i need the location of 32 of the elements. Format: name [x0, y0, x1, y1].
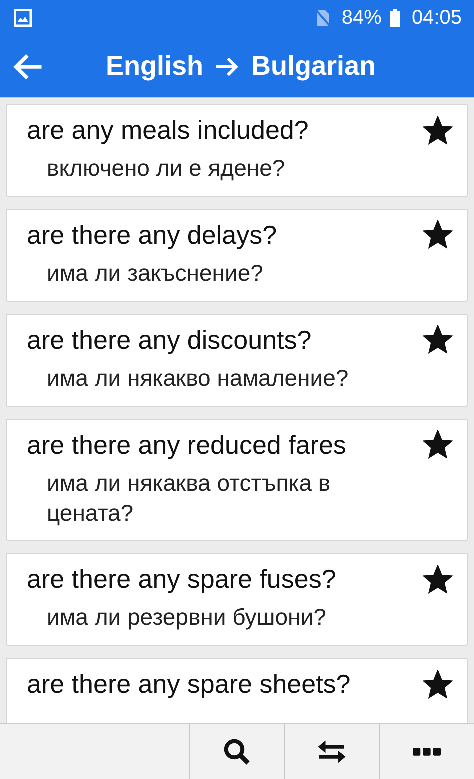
- source-language: English: [106, 51, 204, 82]
- star-icon[interactable]: [423, 670, 453, 700]
- english-phrase: are there any spare sheets?: [27, 669, 351, 700]
- translation: има ли някакво намаление?: [46, 364, 350, 393]
- english-phrase: are any meals included?: [27, 115, 309, 146]
- english-phrase: are there any discounts?: [27, 324, 312, 356]
- english-phrase: are there any delays?: [27, 220, 278, 251]
- search-icon: [222, 736, 252, 766]
- no-sim-icon: [316, 9, 330, 27]
- phrase-card[interactable]: are there any spare fuses? има ли резервни бушони?: [6, 553, 468, 646]
- translation: има ли някаква отстъпка в цената?: [46, 468, 332, 528]
- english-phrase: are there any spare fuses?: [27, 564, 336, 596]
- battery-level: 84%: [342, 6, 382, 30]
- phrase-card[interactable]: are there any discounts? има ли някакво намаление?: [6, 314, 468, 407]
- star-icon[interactable]: [423, 116, 453, 146]
- target-language: Bulgarian: [251, 51, 376, 82]
- more-icon: [413, 748, 441, 756]
- battery-icon: [390, 9, 400, 27]
- phrase-card[interactable]: are there any reduced fares има ли някаква отстъпка в цената?: [6, 418, 468, 542]
- translation: има ли резервни бушони?: [46, 603, 328, 632]
- translation: включено ли е ядене?: [46, 154, 286, 183]
- phrase-card[interactable]: are there any spare sheets?: [6, 658, 468, 723]
- star-icon[interactable]: [423, 430, 453, 460]
- phrase-card[interactable]: are any meals included? включено ли е ядене?: [6, 104, 468, 197]
- star-icon[interactable]: [423, 325, 453, 356]
- phrase-card[interactable]: are there any delays? има ли закъснение?: [6, 208, 468, 302]
- star-icon[interactable]: [423, 564, 453, 595]
- clock: 04:05: [412, 6, 462, 30]
- image-icon: [14, 9, 32, 27]
- translation: има ли закъснение?: [46, 258, 264, 288]
- english-phrase: are there any reduced fares: [27, 430, 346, 461]
- star-icon[interactable]: [423, 220, 453, 250]
